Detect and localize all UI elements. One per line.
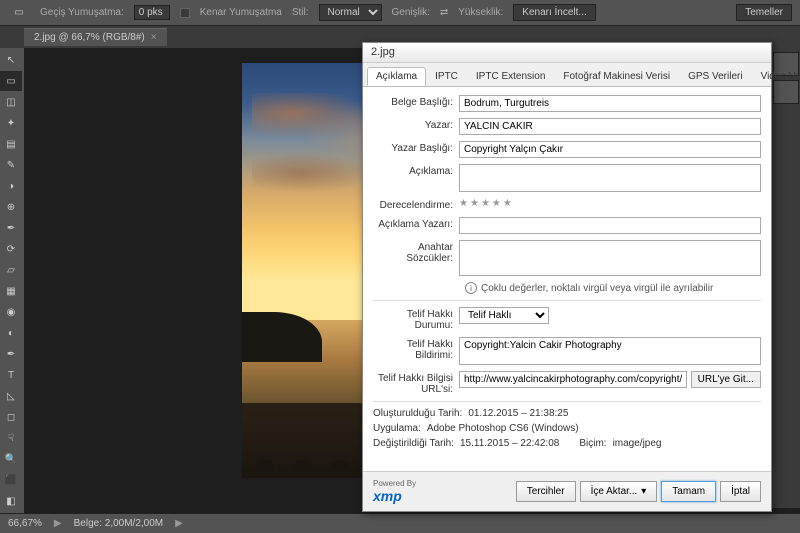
- format-label: Biçim:: [579, 438, 606, 449]
- description-input[interactable]: [459, 164, 761, 192]
- close-icon[interactable]: ×: [151, 32, 157, 43]
- file-info-dialog: 2.jpg Açıklama IPTC IPTC Extension Fotoğ…: [362, 42, 772, 512]
- move-tool[interactable]: ↖: [0, 50, 22, 70]
- created-value: 01.12.2015 – 21:38:25: [468, 408, 568, 419]
- eraser-tool[interactable]: ▱: [0, 260, 22, 280]
- stamp-tool[interactable]: ✒: [0, 218, 22, 238]
- lasso-tool[interactable]: ◫: [0, 92, 22, 112]
- zoom-tool[interactable]: 🔍: [0, 449, 22, 469]
- modified-label: Değiştirildiği Tarih:: [373, 438, 454, 449]
- dialog-tabs: Açıklama IPTC IPTC Extension Fotoğraf Ma…: [363, 63, 771, 87]
- app-value: Adobe Photoshop CS6 (Windows): [427, 423, 579, 434]
- doc-size: Belge: 2,00M/2,00M: [74, 518, 164, 529]
- rating-label: Derecelendirme:: [373, 198, 459, 211]
- document-tab[interactable]: 2.jpg @ 66,7% (RGB/8#) ×: [24, 28, 167, 46]
- tab-title: 2.jpg @ 66,7% (RGB/8#): [34, 32, 145, 43]
- marquee-icon: ▭: [8, 3, 30, 23]
- tab-iptc-ext[interactable]: IPTC Extension: [467, 67, 554, 86]
- eyedropper-tool[interactable]: ✎: [0, 155, 22, 175]
- copyright-url-input[interactable]: [459, 371, 687, 388]
- preferences-button[interactable]: Tercihler: [516, 481, 576, 502]
- hand-tool[interactable]: ☟: [0, 428, 22, 448]
- path-tool[interactable]: ◺: [0, 386, 22, 406]
- copyright-notice-input[interactable]: Copyright:Yalcin Cakir Photography: [459, 337, 761, 365]
- style-label: Stil:: [292, 7, 309, 18]
- copyright-url-label: Telif Hakkı Bilgisi URL'si:: [373, 371, 459, 395]
- star-icon[interactable]: ★: [492, 198, 501, 209]
- crop-tool[interactable]: ▤: [0, 134, 22, 154]
- created-label: Oluşturulduğu Tarih:: [373, 408, 462, 419]
- antialias-label: Kenar Yumuşatma: [200, 7, 282, 18]
- description-label: Açıklama:: [373, 164, 459, 177]
- blur-tool[interactable]: ◉: [0, 302, 22, 322]
- height-label: Yükseklik:: [458, 7, 503, 18]
- keywords-input[interactable]: [459, 240, 761, 276]
- info-icon: i: [465, 282, 477, 294]
- tab-iptc[interactable]: IPTC: [426, 67, 467, 86]
- star-icon[interactable]: ★: [459, 198, 468, 209]
- type-tool[interactable]: T: [0, 365, 22, 385]
- tools-panel: ↖ ▭ ◫ ✦ ▤ ✎ ◑ ⊕ ✒ ⟳ ▱ ▦ ◉ ◐ ✒ T ◺ ◻ ☟ 🔍 …: [0, 48, 24, 513]
- format-value: image/jpeg: [613, 438, 662, 449]
- powered-by-label: Powered By: [373, 479, 416, 488]
- arrow-icon: ▶: [54, 518, 62, 529]
- desc-writer-input[interactable]: [459, 217, 761, 234]
- import-button[interactable]: İçe Aktar...▾: [580, 481, 658, 502]
- copyright-status-select[interactable]: Telif Haklı: [459, 307, 549, 324]
- right-dock: [770, 48, 800, 508]
- go-to-url-button[interactable]: URL'ye Git...: [691, 371, 761, 388]
- quick-mask-icon[interactable]: ◧: [0, 491, 22, 511]
- arrow-icon[interactable]: ▶: [175, 518, 183, 529]
- dialog-body: Belge Başlığı: Yazar: Yazar Başlığı: Açı…: [363, 87, 771, 471]
- tab-video[interactable]: Video Verisi: [752, 67, 800, 86]
- feather-label: Geçiş Yumuşatma:: [40, 7, 124, 18]
- swap-icon[interactable]: ⇄: [440, 7, 448, 18]
- antialias-checkbox[interactable]: [180, 8, 190, 18]
- refine-edge-button[interactable]: Kenarı İncelt...: [513, 4, 595, 21]
- ok-button[interactable]: Tamam: [661, 481, 716, 502]
- tab-gps[interactable]: GPS Verileri: [679, 67, 751, 86]
- dialog-footer: Powered By xmp Tercihler İçe Aktar...▾ T…: [363, 471, 771, 511]
- xmp-logo: xmp: [373, 488, 416, 504]
- copyright-status-label: Telif Hakkı Durumu:: [373, 307, 459, 331]
- doc-title-label: Belge Başlığı:: [373, 95, 459, 108]
- dialog-title: 2.jpg: [363, 43, 771, 63]
- rating-stars[interactable]: ★★★★★: [459, 198, 512, 209]
- color-swap-icon[interactable]: ⬛: [0, 470, 22, 490]
- modified-value: 15.11.2015 – 22:42:08: [460, 438, 559, 449]
- star-icon[interactable]: ★: [481, 198, 490, 209]
- wand-tool[interactable]: ✦: [0, 113, 22, 133]
- chevron-down-icon: ▾: [641, 486, 646, 497]
- dodge-tool[interactable]: ◐: [0, 323, 22, 343]
- star-icon[interactable]: ★: [503, 198, 512, 209]
- gradient-tool[interactable]: ▦: [0, 281, 22, 301]
- heal-tool[interactable]: ◑: [0, 176, 22, 196]
- author-input[interactable]: [459, 118, 761, 135]
- tab-description[interactable]: Açıklama: [367, 67, 426, 86]
- author-label: Yazar:: [373, 118, 459, 131]
- brush-tool[interactable]: ⊕: [0, 197, 22, 217]
- marquee-tool[interactable]: ▭: [0, 71, 22, 91]
- style-select[interactable]: Normal: [319, 4, 382, 21]
- shape-tool[interactable]: ◻: [0, 407, 22, 427]
- app-label: Uygulama:: [373, 423, 421, 434]
- zoom-level[interactable]: 66,67%: [8, 518, 42, 529]
- workspace-button[interactable]: Temeller: [736, 4, 792, 21]
- doc-title-input[interactable]: [459, 95, 761, 112]
- copyright-notice-label: Telif Hakkı Bildirimi:: [373, 337, 459, 361]
- keywords-label: Anahtar Sözcükler:: [373, 240, 459, 264]
- cancel-button[interactable]: İptal: [720, 481, 761, 502]
- pen-tool[interactable]: ✒: [0, 344, 22, 364]
- options-bar: ▭ Geçiş Yumuşatma: Kenar Yumuşatma Stil:…: [0, 0, 800, 26]
- feather-input[interactable]: [134, 5, 170, 20]
- width-label: Genişlik:: [392, 7, 430, 18]
- keywords-hint: Çoklu değerler, noktalı virgül veya virg…: [481, 283, 713, 294]
- star-icon[interactable]: ★: [470, 198, 479, 209]
- author-title-label: Yazar Başlığı:: [373, 141, 459, 154]
- tab-camera[interactable]: Fotoğraf Makinesi Verisi: [554, 67, 679, 86]
- history-brush-tool[interactable]: ⟳: [0, 239, 22, 259]
- author-title-input[interactable]: [459, 141, 761, 158]
- desc-writer-label: Açıklama Yazarı:: [373, 217, 459, 230]
- status-bar: 66,67% ▶ Belge: 2,00M/2,00M ▶: [0, 513, 800, 533]
